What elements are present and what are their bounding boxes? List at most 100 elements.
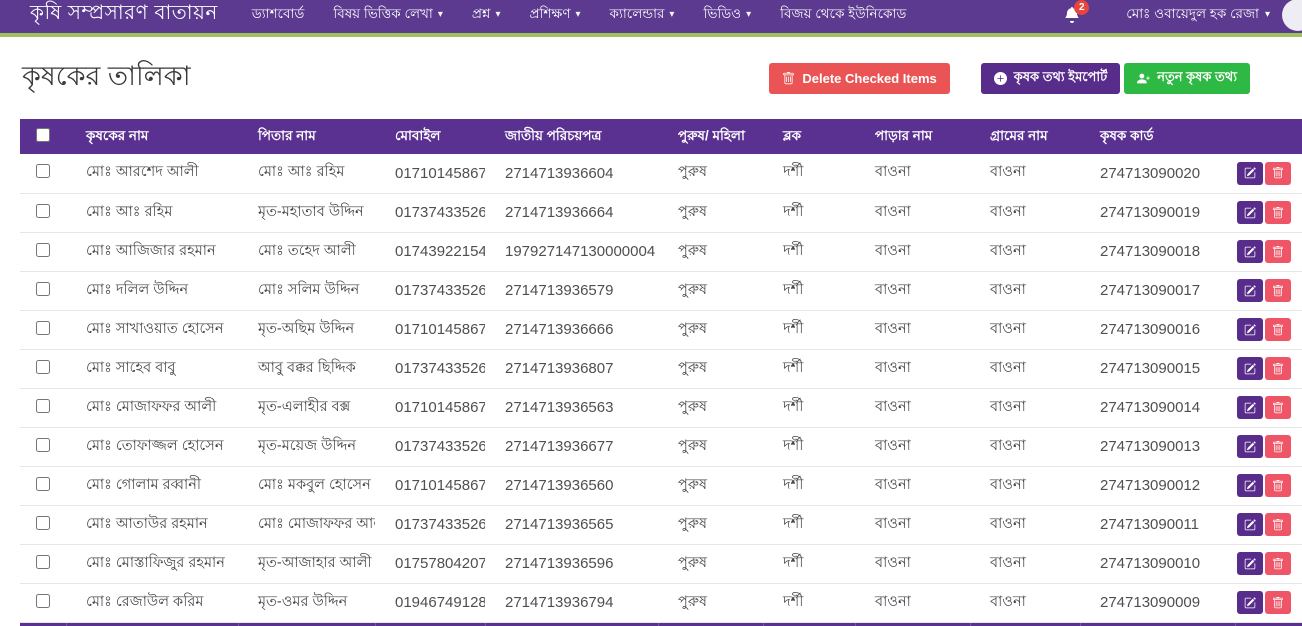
delete-button[interactable]: [1265, 162, 1291, 185]
cell-name: মোঃ তোফাজ্জল হোসেন: [66, 427, 238, 466]
row-select-cell: [20, 193, 66, 232]
edit-button[interactable]: [1237, 240, 1263, 263]
cell-card: 274713090014: [1080, 388, 1235, 427]
cell-gender: পুরুষ: [658, 154, 763, 193]
delete-button[interactable]: [1265, 474, 1291, 497]
row-actions: [1237, 357, 1302, 380]
row-checkbox[interactable]: [36, 516, 50, 530]
cell-card: 274713090009: [1080, 583, 1235, 622]
cell-father: মোঃ মকবুল হোসেন: [238, 466, 375, 505]
cell-card: 274713090016: [1080, 310, 1235, 349]
edit-button[interactable]: [1237, 201, 1263, 224]
edit-button[interactable]: [1237, 591, 1263, 614]
delete-button[interactable]: [1265, 201, 1291, 224]
column-header: পিতার নাম: [238, 622, 375, 626]
row-checkbox[interactable]: [36, 204, 50, 218]
column-header: পাড়ার নাম: [855, 119, 970, 154]
delete-button[interactable]: [1265, 279, 1291, 302]
row-select-cell: [20, 310, 66, 349]
caret-down-icon: ▾: [438, 9, 443, 20]
row-actions-cell: [1235, 388, 1302, 427]
edit-button[interactable]: [1237, 435, 1263, 458]
delete-button[interactable]: [1265, 552, 1291, 575]
column-header: জাতীয় পরিচয়পত্র: [485, 622, 658, 626]
cell-name: মোঃ সাহেব বাবু: [66, 349, 238, 388]
cell-nid: 2714713936596: [485, 544, 658, 583]
page-title: কৃষকের তালিকা: [22, 56, 191, 101]
user-plus-icon: [1137, 72, 1150, 85]
table-row: মোঃ মোস্তাফিজুর রহমানমৃত-আজাহার আলী01757…: [20, 544, 1302, 583]
cell-block: দর্শী: [763, 193, 855, 232]
row-checkbox[interactable]: [36, 243, 50, 257]
row-checkbox[interactable]: [36, 321, 50, 335]
delete-button[interactable]: [1265, 240, 1291, 263]
row-checkbox[interactable]: [36, 164, 50, 178]
nav-item-4[interactable]: ক্যালেন্ডার▾: [610, 3, 675, 26]
edit-icon: [1244, 480, 1256, 492]
table-row: মোঃ গোলাম রব্বানীমোঃ মকবুল হোসেন01710145…: [20, 466, 1302, 505]
cell-gender: পুরুষ: [658, 193, 763, 232]
delete-button[interactable]: [1265, 435, 1291, 458]
row-select-cell: [20, 388, 66, 427]
app-brand[interactable]: কৃষি সম্প্রসারণ বাতায়ন: [30, 0, 218, 31]
edit-button[interactable]: [1237, 279, 1263, 302]
nav-item-1[interactable]: বিষয় ভিত্তিক লেখা▾: [333, 3, 443, 26]
cell-name: মোঃ আরশেদ আলী: [66, 154, 238, 193]
row-select-cell: [20, 154, 66, 193]
edit-button[interactable]: [1237, 396, 1263, 419]
row-checkbox[interactable]: [36, 594, 50, 608]
row-checkbox[interactable]: [36, 438, 50, 452]
cell-gender: পুরুষ: [658, 271, 763, 310]
edit-button[interactable]: [1237, 357, 1263, 380]
select-all-checkbox[interactable]: [36, 128, 50, 142]
delete-checked-button[interactable]: Delete Checked Items: [769, 63, 949, 94]
edit-button[interactable]: [1237, 318, 1263, 341]
row-checkbox[interactable]: [36, 282, 50, 296]
cell-name: মোঃ আতাউর রহমান: [66, 505, 238, 544]
cell-mobile: 01757804207: [375, 544, 485, 583]
cell-father: মোঃ তহেদ আলী: [238, 232, 375, 271]
cell-gender: পুরুষ: [658, 310, 763, 349]
cell-name: মোঃ আজিজার রহমান: [66, 232, 238, 271]
row-actions-cell: [1235, 349, 1302, 388]
delete-button[interactable]: [1265, 396, 1291, 419]
delete-button[interactable]: [1265, 357, 1291, 380]
edit-icon: [1244, 441, 1256, 453]
edit-icon: [1244, 324, 1256, 336]
delete-button[interactable]: [1265, 591, 1291, 614]
row-checkbox[interactable]: [36, 360, 50, 374]
cell-mobile: 01737433526: [375, 505, 485, 544]
new-farmer-button[interactable]: নতুন কৃষক তথ্য: [1124, 63, 1250, 94]
cell-mobile: 01737433526: [375, 271, 485, 310]
notifications-button[interactable]: 2: [1064, 7, 1080, 23]
trash-icon: [782, 72, 795, 85]
nav-item-5[interactable]: ভিডিও▾: [703, 3, 751, 26]
nav-item-2[interactable]: প্রশ্ন▾: [472, 3, 501, 26]
column-header: পিতার নাম: [238, 119, 375, 154]
delete-button[interactable]: [1265, 513, 1291, 536]
edit-button[interactable]: [1237, 552, 1263, 575]
user-menu[interactable]: মোঃ ওবায়েদুল হক রেজা ▾: [1126, 3, 1270, 26]
avatar[interactable]: [1282, 0, 1302, 31]
cell-father: মৃত-ওমর উদ্দিন: [238, 583, 375, 622]
row-checkbox[interactable]: [36, 399, 50, 413]
cell-block: দর্শী: [763, 349, 855, 388]
cell-name: মোঃ রেজাউল করিম: [66, 583, 238, 622]
edit-button[interactable]: [1237, 162, 1263, 185]
edit-button[interactable]: [1237, 474, 1263, 497]
row-checkbox[interactable]: [36, 477, 50, 491]
nav-item-0[interactable]: ড্যাশবোর্ড: [252, 3, 305, 26]
cell-nid: 2714713936664: [485, 193, 658, 232]
edit-button[interactable]: [1237, 513, 1263, 536]
nav-item-3[interactable]: প্রশিক্ষণ▾: [529, 3, 580, 26]
import-farmer-button[interactable]: কৃষক তথ্য ইমপোর্ট: [981, 63, 1120, 94]
cell-card: 274713090018: [1080, 232, 1235, 271]
column-header: মোবাইল: [375, 119, 485, 154]
nav-item-6[interactable]: বিজয় থেকে ইউনিকোড: [780, 3, 906, 26]
row-checkbox[interactable]: [36, 555, 50, 569]
cell-village: বাওনা: [970, 232, 1080, 271]
notification-badge: 2: [1074, 0, 1089, 15]
table-row: মোঃ মোজাফফর আলীমৃত-এলাহীর বক্স0171014586…: [20, 388, 1302, 427]
cell-mobile: 01710145867: [375, 154, 485, 193]
delete-button[interactable]: [1265, 318, 1291, 341]
